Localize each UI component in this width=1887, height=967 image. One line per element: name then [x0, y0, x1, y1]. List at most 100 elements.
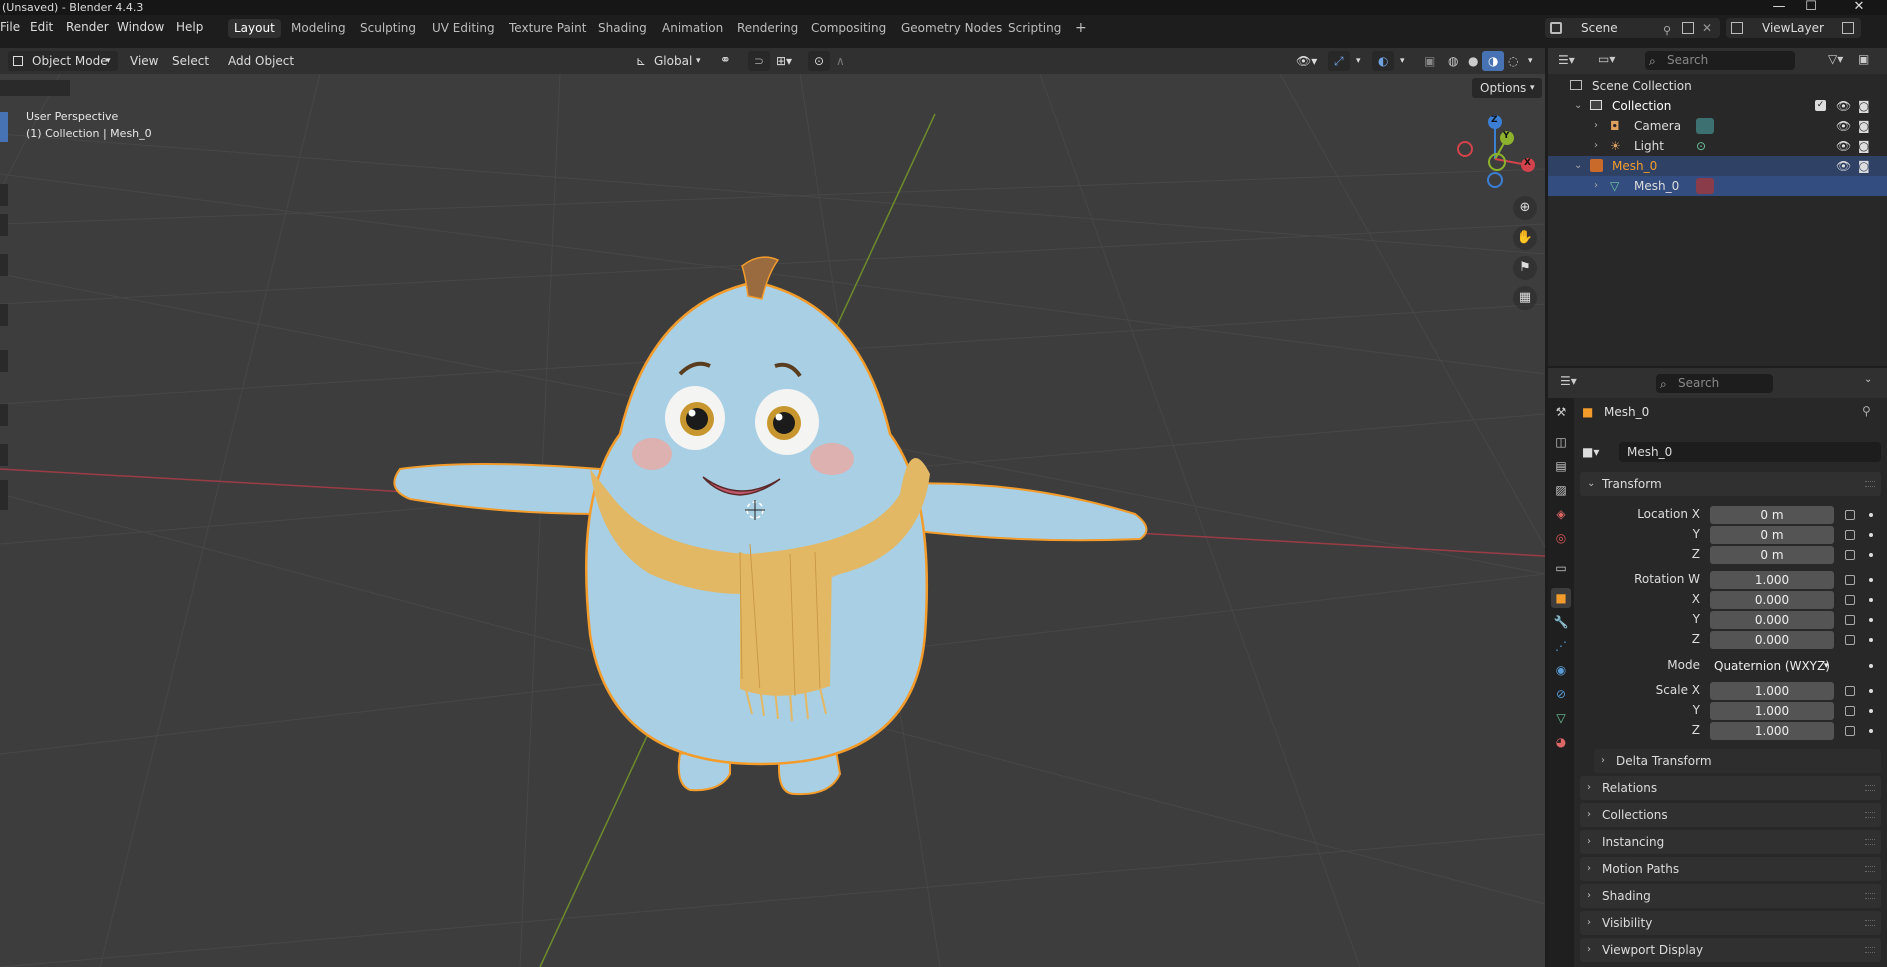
camera-render-icon[interactable]: ◙	[1858, 96, 1870, 116]
scale-z-field[interactable]: 1.000	[1710, 722, 1834, 740]
relations-panel-header[interactable]: › Relations	[1580, 776, 1881, 800]
outliner-row-scene-collection[interactable]: Scene Collection	[1548, 76, 1887, 96]
render-tab-icon[interactable]: ◫	[1551, 432, 1571, 452]
3d-viewport[interactable]: User Perspective (1) Collection | Mesh_0…	[0, 74, 1545, 967]
viewlayer-selector[interactable]: ViewLayer	[1726, 18, 1861, 38]
remove-scene-icon[interactable]: ✕	[1702, 18, 1712, 38]
lock-icon[interactable]	[1845, 686, 1855, 696]
keyframe-dot-icon[interactable]	[1869, 638, 1873, 642]
maximize-button[interactable]: ☐	[1796, 0, 1826, 15]
instancing-panel-header[interactable]: › Instancing	[1580, 830, 1881, 854]
lock-icon[interactable]	[1845, 706, 1855, 716]
outliner-search-input[interactable]: ⌕ Search	[1645, 51, 1795, 70]
transform-panel-header[interactable]: ⌄ Transform	[1580, 472, 1881, 496]
snap-icon[interactable]: ⊃	[748, 51, 771, 71]
shading-panel-header[interactable]: › Shading	[1580, 884, 1881, 908]
drag-handle-icon[interactable]	[1865, 866, 1875, 872]
overlay-toggle-icon[interactable]: ◐	[1372, 51, 1395, 71]
pin-icon[interactable]: ⚲	[1862, 404, 1871, 418]
menu-help[interactable]: Help	[176, 20, 203, 34]
camera-view-icon[interactable]: ⚑	[1513, 256, 1537, 280]
outliner-row-mesh-object[interactable]: ⌄ Mesh_0 👁 ◙	[1548, 156, 1887, 176]
gizmo-toggle-icon[interactable]: ⤢	[1328, 51, 1350, 71]
active-tool-icon[interactable]	[0, 112, 8, 142]
rotation-z-field[interactable]: 0.000	[1710, 631, 1834, 649]
lock-icon[interactable]	[1845, 550, 1855, 560]
scene-tab-icon[interactable]: ◈	[1551, 504, 1571, 524]
outliner-row-mesh-data[interactable]: › ▽ Mesh_0	[1548, 176, 1887, 196]
menu-view[interactable]: View	[124, 51, 164, 71]
keyframe-dot-icon[interactable]	[1869, 664, 1873, 668]
rotation-x-field[interactable]: 0.000	[1710, 591, 1834, 609]
new-viewlayer-icon[interactable]	[1842, 22, 1854, 34]
orientation-dropdown[interactable]: ⊾ Global ▾	[632, 51, 708, 71]
chevron-down-icon[interactable]: ⌄	[1574, 96, 1582, 116]
drag-handle-icon[interactable]	[1865, 785, 1875, 791]
keyframe-dot-icon[interactable]	[1869, 709, 1873, 713]
chevron-down-icon[interactable]: ▾	[1394, 51, 1411, 71]
lock-icon[interactable]	[1845, 510, 1855, 520]
chevron-right-icon[interactable]: ›	[1594, 176, 1598, 196]
rotation-mode-dropdown[interactable]: Quaternion (WXYZ) ▾	[1710, 657, 1834, 675]
scale-x-field[interactable]: 1.000	[1710, 682, 1834, 700]
object-name-field[interactable]: Mesh_0	[1619, 442, 1881, 462]
keyframe-dot-icon[interactable]	[1869, 533, 1873, 537]
camera-render-icon[interactable]: ◙	[1858, 156, 1870, 176]
tab-texture-paint[interactable]: Texture Paint	[503, 19, 592, 38]
tool-move-icon[interactable]	[0, 214, 8, 236]
ortho-grid-icon[interactable]: ▦	[1513, 286, 1537, 310]
display-mode-icon[interactable]: ▭▾	[1598, 52, 1615, 66]
location-y-field[interactable]: 0 m	[1710, 526, 1834, 544]
drag-handle-icon[interactable]	[1865, 839, 1875, 845]
drag-handle-icon[interactable]	[1865, 481, 1875, 487]
tab-modeling[interactable]: Modeling	[285, 19, 352, 38]
proportional-edit-icon[interactable]: ⊙	[808, 51, 831, 71]
location-z-field[interactable]: 0 m	[1710, 546, 1834, 564]
snap-target-icon[interactable]: ⊞▾	[770, 51, 798, 71]
camera-render-icon[interactable]: ◙	[1858, 136, 1870, 156]
tool-measure-icon[interactable]	[0, 444, 8, 466]
viewport-display-panel-header[interactable]: › Viewport Display	[1580, 938, 1881, 962]
tool-scale-icon[interactable]	[0, 304, 8, 326]
tab-sculpting[interactable]: Sculpting	[354, 19, 422, 38]
close-button[interactable]: ✕	[1844, 0, 1874, 15]
tab-geometry-nodes[interactable]: Geometry Nodes	[895, 19, 1008, 38]
scene-selector[interactable]: Scene ⚲ ✕	[1545, 18, 1720, 38]
navigation-gizmo[interactable]: Z Y X	[1455, 112, 1535, 192]
editor-type-icon[interactable]: ☰▾	[1558, 53, 1575, 67]
delta-transform-subpanel[interactable]: › Delta Transform	[1594, 749, 1881, 773]
pan-hand-icon[interactable]: ✋	[1513, 226, 1537, 250]
tab-animation[interactable]: Animation	[656, 19, 729, 38]
falloff-icon[interactable]: ∧	[830, 51, 851, 71]
menu-render[interactable]: Render	[66, 20, 109, 34]
keyframe-dot-icon[interactable]	[1869, 598, 1873, 602]
tool-add-cube-icon[interactable]	[0, 480, 8, 510]
object-tab-icon[interactable]: ■	[1551, 588, 1571, 608]
lock-icon[interactable]	[1845, 595, 1855, 605]
data-tab-icon[interactable]: ▽	[1551, 708, 1571, 728]
view-layer-tab-icon[interactable]: ▨	[1551, 480, 1571, 500]
keyframe-dot-icon[interactable]	[1869, 513, 1873, 517]
material-icon[interactable]	[1696, 178, 1714, 194]
editor-type-icon[interactable]: ☰▾	[1560, 374, 1577, 388]
lock-icon[interactable]	[1845, 575, 1855, 585]
chevron-down-icon[interactable]: ⌄	[1574, 156, 1582, 176]
drag-handle-icon[interactable]	[1865, 947, 1875, 953]
menu-file[interactable]: File	[0, 20, 20, 34]
lock-icon[interactable]	[1845, 726, 1855, 736]
eye-icon[interactable]: 👁	[1836, 96, 1851, 116]
tab-rendering[interactable]: Rendering	[731, 19, 804, 38]
eye-icon[interactable]: 👁	[1836, 156, 1851, 176]
keyframe-dot-icon[interactable]	[1869, 729, 1873, 733]
new-collection-icon[interactable]: ▣	[1858, 52, 1869, 66]
xray-icon[interactable]: ▣	[1418, 51, 1441, 71]
camera-render-icon[interactable]: ◙	[1858, 116, 1870, 136]
keyframe-dot-icon[interactable]	[1869, 553, 1873, 557]
chevron-right-icon[interactable]: ›	[1594, 116, 1598, 136]
pin-icon[interactable]: ⚲	[1663, 21, 1671, 41]
minimize-button[interactable]: —	[1764, 0, 1794, 15]
collections-panel-header[interactable]: › Collections	[1580, 803, 1881, 827]
outliner-row-camera[interactable]: › ◘ Camera 👁 ◙	[1548, 116, 1887, 136]
drag-handle-icon[interactable]	[1865, 812, 1875, 818]
tool-cursor-icon[interactable]	[0, 184, 8, 206]
